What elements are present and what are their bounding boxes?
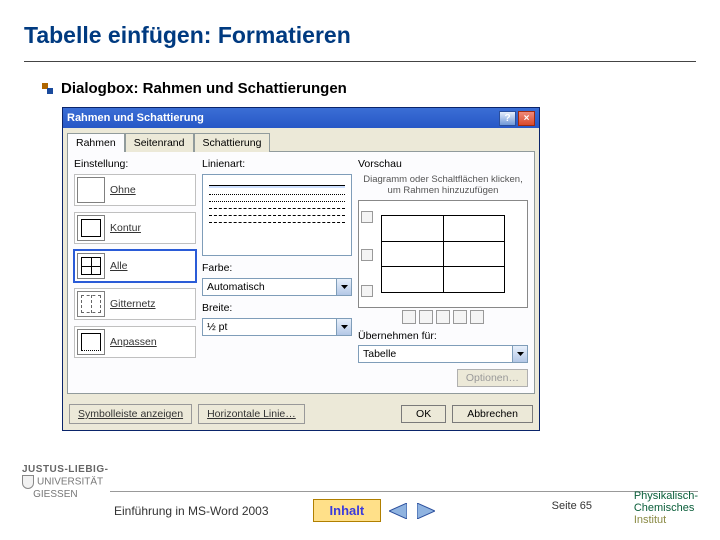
settings-label: Einstellung:	[74, 158, 196, 170]
horizontal-line-button[interactable]: Horizontale Linie…	[198, 404, 305, 424]
page-number: Seite 65	[552, 500, 592, 512]
crest-icon	[22, 475, 34, 489]
setting-box[interactable]: Kontur	[74, 212, 196, 244]
contents-button[interactable]: Inhalt	[313, 499, 382, 522]
preview-diagram[interactable]	[358, 200, 528, 308]
show-toolbar-button[interactable]: Symbolleiste anzeigen	[69, 404, 192, 424]
setting-all-label: Alle	[110, 260, 193, 272]
setting-grid[interactable]: Gitternetz	[74, 288, 196, 320]
custom-icon	[77, 329, 105, 355]
cancel-button[interactable]: Abbrechen	[452, 405, 533, 423]
width-label: Breite:	[202, 302, 352, 314]
preview-label: Vorschau	[358, 158, 528, 170]
institute-brand: Physikalisch- Chemisches Institut	[634, 490, 698, 526]
preview-grid	[381, 215, 505, 293]
slide-title: Tabelle einfügen: Formatieren	[24, 22, 696, 49]
apply-to-combo[interactable]: Tabelle	[358, 345, 528, 363]
dialog-titlebar[interactable]: Rahmen und Schattierung ? ×	[63, 108, 539, 128]
setting-custom[interactable]: Anpassen	[74, 326, 196, 358]
preview-left-toggles[interactable]	[361, 203, 375, 305]
box-icon	[77, 215, 105, 241]
tab-page-border[interactable]: Seitenrand	[125, 133, 194, 152]
apply-to-label: Übernehmen für:	[358, 330, 528, 342]
chevron-down-icon[interactable]	[337, 278, 352, 296]
color-value: Automatisch	[202, 278, 337, 296]
setting-custom-label: Anpassen	[110, 336, 193, 348]
setting-none[interactable]: Ohne	[74, 174, 196, 206]
footer-rule	[110, 491, 698, 492]
color-combo[interactable]: Automatisch	[202, 278, 352, 296]
dialog-title: Rahmen und Schattierung	[67, 112, 497, 124]
title-rule	[24, 61, 696, 62]
line-style-list[interactable]	[202, 174, 352, 256]
linestyle-label: Linienart:	[202, 158, 352, 170]
chevron-down-icon[interactable]	[337, 318, 352, 336]
width-combo[interactable]: ½ pt	[202, 318, 352, 336]
borders-shading-dialog: Rahmen und Schattierung ? × Rahmen Seite…	[62, 107, 540, 431]
prev-arrow-icon[interactable]	[387, 501, 409, 521]
help-icon[interactable]: ?	[499, 111, 516, 126]
dialog-tabs: Rahmen Seitenrand Schattierung	[63, 128, 539, 151]
color-label: Farbe:	[202, 262, 352, 274]
grid-icon	[77, 291, 105, 317]
bullet-text: Dialogbox: Rahmen und Schattierungen	[61, 80, 347, 97]
width-value: ½ pt	[202, 318, 337, 336]
course-title: Einführung in MS-Word 2003	[114, 504, 269, 518]
setting-box-label: Kontur	[110, 222, 193, 234]
ok-button[interactable]: OK	[401, 405, 446, 423]
tab-body: Einstellung: Ohne Kontur Alle Gitternetz	[67, 151, 535, 394]
setting-all[interactable]: Alle	[74, 250, 196, 282]
setting-none-label: Ohne	[110, 184, 193, 196]
all-icon	[77, 253, 105, 279]
next-arrow-icon[interactable]	[415, 501, 437, 521]
preview-note: Diagramm oder Schaltflächen klicken, um …	[358, 174, 528, 196]
tab-shading[interactable]: Schattierung	[194, 133, 271, 152]
options-button: Optionen…	[457, 369, 528, 387]
chevron-down-icon[interactable]	[513, 345, 528, 363]
apply-to-value: Tabelle	[358, 345, 513, 363]
dialog-bottom-bar: Symbolleiste anzeigen Horizontale Linie……	[63, 400, 539, 430]
setting-grid-label: Gitternetz	[110, 298, 193, 310]
tab-borders[interactable]: Rahmen	[67, 133, 125, 152]
close-icon[interactable]: ×	[518, 111, 535, 126]
bullet-icon	[42, 83, 53, 94]
university-brand: JUSTUS-LIEBIG- UNIVERSITÄT GIESSEN	[22, 464, 108, 500]
none-icon	[77, 177, 105, 203]
preview-bottom-toggles[interactable]	[358, 310, 528, 324]
